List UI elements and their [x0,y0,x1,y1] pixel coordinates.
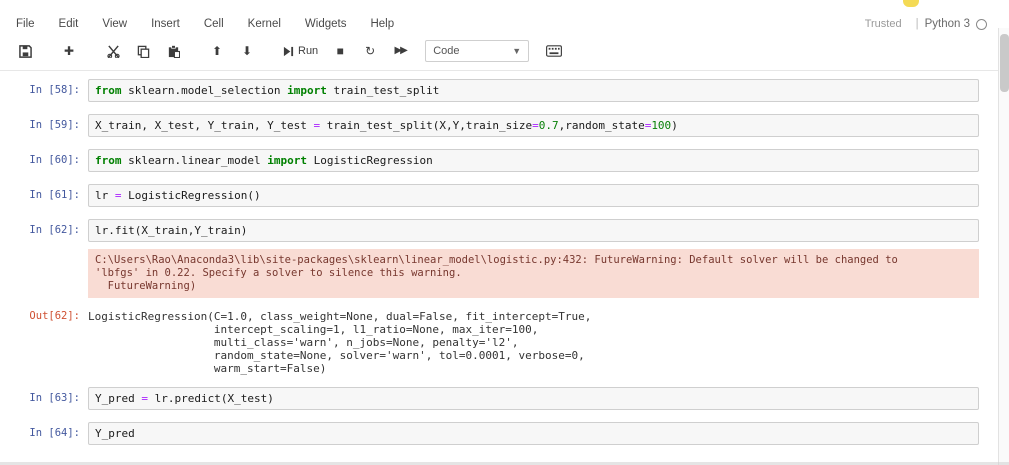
restart-icon: ↻ [365,44,376,58]
cell-input-row: In [64]: Y_pred [0,422,979,445]
add-cell-button[interactable]: ✚ [56,40,82,62]
code-cell[interactable]: In [61]: lr = LogisticRegression() [0,184,979,207]
code-line: from sklearn.model_selection import trai… [95,84,440,97]
paste-cell-button[interactable] [160,40,186,62]
restart-kernel-button[interactable]: ↻ [357,40,383,62]
code-cell[interactable]: In [60]: from sklearn.linear_model import… [0,149,979,172]
code-line: X_train, X_test, Y_train, Y_test = train… [95,119,678,132]
cell-type-dropdown[interactable]: Code ▼ [425,40,530,62]
kernel-name: Python 3 [924,18,970,30]
move-down-icon: ⬇ [241,44,253,58]
move-cell-up-button[interactable]: ⬆ [204,40,230,62]
code-cell[interactable]: In [62]: lr.fit(X_train,Y_train) C:\Users\… [0,219,979,375]
code-input[interactable]: Y_pred = lr.predict(X_test) [88,387,979,410]
menu-file[interactable]: File [12,16,47,32]
run-button-label: Run [298,45,319,57]
code-input[interactable]: X_train, X_test, Y_train, Y_test = train… [88,114,979,137]
toolbar: ✚ ⬆ ⬇ Run ■ ↻ ▶▶ Code ▼ [0,36,1009,71]
execute-result-text: LogisticRegression(C=1.0, class_weight=N… [88,310,592,375]
code-line: lr.fit(X_train,Y_train) [95,224,248,237]
move-up-icon: ⬆ [211,44,223,58]
execute-result-row: Out[62]: LogisticRegression(C=1.0, class_… [0,305,979,375]
input-prompt: In [60]: [29,154,80,166]
code-input[interactable]: from sklearn.model_selection import trai… [88,79,979,102]
menu-bar: File Edit View Insert Cell Kernel Widget… [0,0,1009,36]
code-input[interactable]: lr = LogisticRegression() [88,184,979,207]
move-cell-down-button[interactable]: ⬇ [234,40,260,62]
input-prompt: In [61]: [29,189,80,201]
fast-forward-icon: ▶▶ [394,45,407,56]
cell-input-row: In [60]: from sklearn.linear_model import… [0,149,979,172]
cell-input-row: In [61]: lr = LogisticRegression() [0,184,979,207]
menu-help[interactable]: Help [358,16,406,32]
input-prompt: In [58]: [29,84,80,96]
add-cell-icon: ✚ [63,44,75,58]
vertical-scrollbar[interactable] [998,28,1009,465]
menu-kernel[interactable]: Kernel [236,16,293,32]
kernel-indicator: | Python 3 [916,18,987,30]
code-input[interactable]: Y_pred [88,422,979,445]
warning-output: C:\Users\Rao\Anaconda3\lib\site-packages… [88,249,979,298]
command-palette-icon [546,45,563,57]
input-prompt: In [63]: [29,392,80,404]
cell-input-row: In [58]: from sklearn.model_selection imp… [0,79,979,102]
menu-view[interactable]: View [90,16,139,32]
cell-input-row: In [62]: lr.fit(X_train,Y_train) [0,219,979,242]
warning-text: C:\Users\Rao\Anaconda3\lib\site-packages… [95,254,898,292]
notebook-area: In [58]: from sklearn.model_selection imp… [0,71,1009,445]
menu-edit[interactable]: Edit [47,16,91,32]
cell-type-value: Code [433,45,460,57]
command-palette-button[interactable] [541,40,567,62]
cell-input-row: In [63]: Y_pred = lr.predict(X_test) [0,387,979,410]
stop-button[interactable]: ■ [327,40,353,62]
code-cell[interactable]: In [63]: Y_pred = lr.predict(X_test) [0,387,979,410]
input-prompt: In [59]: [29,119,80,131]
code-line: Y_pred = lr.predict(X_test) [95,392,274,405]
code-cell[interactable]: In [59]: X_train, X_test, Y_train, Y_test… [0,114,979,137]
stop-icon: ■ [336,44,344,58]
kernel-separator: | [915,18,919,30]
code-line: from sklearn.linear_model import Logisti… [95,154,433,167]
code-input[interactable]: lr.fit(X_train,Y_train) [88,219,979,242]
execute-result: LogisticRegression(C=1.0, class_weight=N… [88,305,979,375]
paste-icon [168,44,180,58]
menu-widgets[interactable]: Widgets [293,16,359,32]
menu-cell[interactable]: Cell [192,16,236,32]
cut-cell-button[interactable] [100,40,126,62]
kernel-status-icon [976,18,987,30]
run-button[interactable]: Run [278,40,323,62]
restart-run-all-button[interactable]: ▶▶ [387,40,413,62]
trusted-badge: Trusted [864,18,902,30]
code-cell[interactable]: In [58]: from sklearn.model_selection imp… [0,79,979,102]
save-button[interactable] [12,40,38,62]
output-prompt-spacer [0,249,88,254]
menu-insert[interactable]: Insert [139,16,192,32]
cell-input-row: In [59]: X_train, X_test, Y_train, Y_test… [0,114,979,137]
save-icon [18,44,32,58]
code-line: Y_pred [95,427,135,440]
copy-icon [137,45,149,58]
stderr-output-row: C:\Users\Rao\Anaconda3\lib\site-packages… [0,249,979,298]
code-input[interactable]: from sklearn.linear_model import Logisti… [88,149,979,172]
copy-cell-button[interactable] [130,40,156,62]
cut-icon [106,44,120,58]
scrollbar-thumb[interactable] [1000,34,1009,92]
output-prompt: Out[62]: [29,310,80,322]
run-icon [283,46,294,56]
input-prompt: In [64]: [29,427,80,439]
chevron-down-icon: ▼ [512,46,522,56]
code-line: lr = LogisticRegression() [95,189,261,202]
code-cell[interactable]: In [64]: Y_pred [0,422,979,445]
input-prompt: In [62]: [29,224,80,236]
